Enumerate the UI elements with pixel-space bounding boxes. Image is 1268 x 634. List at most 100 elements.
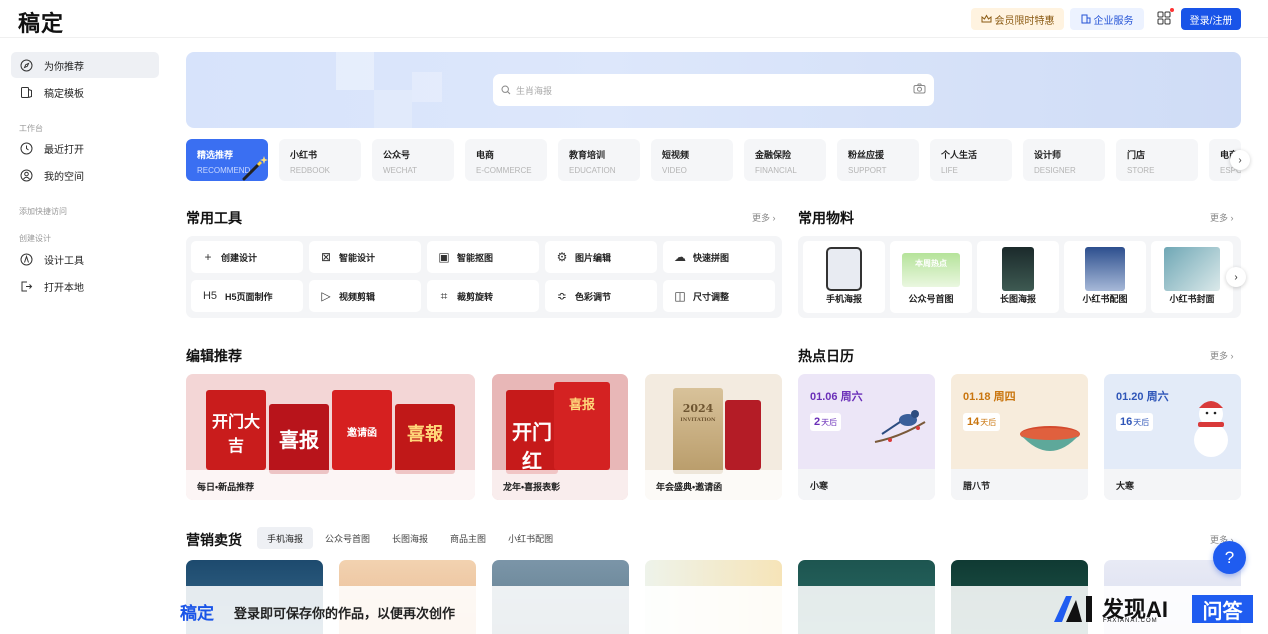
tool-h5-page[interactable]: H5 H5页面制作 bbox=[191, 280, 303, 312]
category-label: 门店 bbox=[1127, 150, 1146, 160]
editor-pick-annual-gala[interactable]: 2024 INVITATION 年会盛典•邀请函 bbox=[645, 374, 782, 500]
notification-dot bbox=[1170, 8, 1174, 12]
material-phone-poster[interactable]: 手机海报 bbox=[803, 241, 885, 313]
tool-video-edit[interactable]: ▷ 视频剪辑 bbox=[309, 280, 421, 312]
sidebar-item-design-tools[interactable]: 设计工具 bbox=[11, 246, 159, 272]
material-long-poster[interactable]: 长图海报 bbox=[977, 241, 1059, 313]
category-tab-designer[interactable]: 设计师 DESIGNER bbox=[1023, 139, 1105, 181]
category-tab-ecommerce[interactable]: 电商 E-COMMERCE bbox=[465, 139, 547, 181]
editor-pick-daily[interactable]: 开门大吉 喜报 邀请函 喜報 每日•新品推荐 bbox=[186, 374, 475, 500]
sidebar-item-label: 打开本地 bbox=[44, 282, 84, 294]
tool-cutout[interactable]: ▣ 智能抠图 bbox=[427, 241, 539, 273]
category-tab-wechat[interactable]: 公众号 WECHAT bbox=[372, 139, 454, 181]
enterprise-label: 企业服务 bbox=[1093, 15, 1134, 27]
poster-thumbnail bbox=[725, 400, 761, 470]
bottom-logo: 稿定 bbox=[180, 604, 214, 624]
search-box[interactable]: 生肖海报 bbox=[493, 74, 934, 106]
tool-smart-design[interactable]: ⊠ 智能设计 bbox=[309, 241, 421, 273]
sidebar: 为你推荐 稿定模板 工作台 最近打开 我的空间 添加快捷访问 创建设计 设计工具… bbox=[0, 38, 170, 634]
calendar-card-xiaohan[interactable]: 01.06 周六 2 天后 小寒 bbox=[798, 374, 935, 500]
tools-section-title: 常用工具 bbox=[186, 210, 242, 226]
category-tab-store[interactable]: 门店 STORE bbox=[1116, 139, 1198, 181]
material-label: 公众号首图 bbox=[908, 294, 954, 304]
video-play-icon: ▷ bbox=[321, 289, 331, 303]
category-label: 粉丝应援 bbox=[848, 150, 885, 160]
category-tab-education[interactable]: 教育培训 EDUCATION bbox=[558, 139, 640, 181]
template-icon bbox=[21, 86, 32, 98]
clock-icon bbox=[20, 142, 33, 154]
category-tab-life[interactable]: 个人生活 LIFE bbox=[930, 139, 1012, 181]
sidebar-item-recommend[interactable]: 为你推荐 bbox=[11, 52, 159, 78]
marketing-section-title: 营销卖货 bbox=[186, 532, 242, 548]
tool-image-edit[interactable]: ⚙ 图片编辑 bbox=[545, 241, 657, 273]
help-button[interactable]: ? bbox=[1213, 541, 1246, 574]
editor-section-title: 编辑推荐 bbox=[186, 348, 242, 364]
calendar-date: 01.06 周六 bbox=[810, 391, 863, 403]
tool-collage[interactable]: ☁ 快速拼图 bbox=[663, 241, 775, 273]
tools-panel: + 创建设计 ⊠ 智能设计 ▣ 智能抠图 ⚙ 图片编辑 ☁ 快速拼图 H5 H5页面制作 ▷… bbox=[186, 236, 782, 318]
category-sublabel: WECHAT bbox=[383, 166, 418, 175]
editor-pick-dragon-year[interactable]: 开门红 喜报 龙年•喜报表彰 bbox=[492, 374, 628, 500]
marketing-tab-product-image[interactable]: 商品主图 bbox=[440, 527, 496, 549]
collage-icon: ☁ bbox=[674, 250, 686, 264]
countdown-suffix: 天后 bbox=[821, 418, 838, 427]
material-label: 小红书配图 bbox=[1082, 294, 1128, 304]
calendar-card-laba[interactable]: 01.18 周四 14 天后 腊八节 bbox=[951, 374, 1088, 500]
marketing-tabs: 手机海报 公众号首图 长图海报 商品主图 小红书配图 bbox=[257, 527, 565, 549]
material-redbook-cover[interactable]: 小红书封面 bbox=[1151, 241, 1233, 313]
materials-more-link[interactable]: 更多 › bbox=[1210, 211, 1234, 224]
category-tab-support[interactable]: 粉丝应援 SUPPORT bbox=[837, 139, 919, 181]
marketing-tab-long-poster[interactable]: 长图海报 bbox=[382, 527, 438, 549]
sidebar-item-my-space[interactable]: 我的空间 bbox=[11, 162, 159, 188]
calendar-section-title: 热点日历 bbox=[798, 348, 854, 364]
marketing-tab-phone-poster[interactable]: 手机海报 bbox=[257, 527, 314, 549]
smart-design-icon: ⊠ bbox=[320, 250, 332, 264]
category-tab-video[interactable]: 短视频 VIDEO bbox=[651, 139, 733, 181]
category-tab-recommend[interactable]: 精选推荐 RECOMMEND bbox=[186, 139, 268, 181]
category-tab-financial[interactable]: 金融保险 FINANCIAL bbox=[744, 139, 826, 181]
calendar-more-link[interactable]: 更多 › bbox=[1210, 349, 1234, 362]
category-next-arrow-icon[interactable]: › bbox=[1230, 150, 1250, 170]
editor-pick-caption: 每日•新品推荐 bbox=[186, 470, 475, 500]
vip-promo-button[interactable]: 会员限时特惠 bbox=[971, 8, 1064, 30]
tools-more-link[interactable]: 更多 › bbox=[752, 211, 776, 224]
category-sublabel: DESIGNER bbox=[1034, 166, 1076, 175]
category-tab-redbook[interactable]: 小红书 REDBOOK bbox=[279, 139, 361, 181]
app-logo[interactable]: 稿定 bbox=[18, 6, 64, 38]
calendar-card-dahan[interactable]: 01.20 周六 16 天后 大寒 bbox=[1104, 374, 1241, 500]
tool-label: 视频剪辑 bbox=[339, 291, 376, 302]
materials-next-arrow-icon[interactable]: › bbox=[1226, 267, 1246, 287]
login-register-button[interactable]: 登录/注册 bbox=[1181, 8, 1241, 30]
marketing-tab-redbook-image[interactable]: 小红书配图 bbox=[498, 527, 563, 549]
sidebar-item-recent[interactable]: 最近打开 bbox=[11, 135, 159, 161]
redbook-cover-thumbnail bbox=[1164, 247, 1220, 291]
material-redbook-image[interactable]: 小红书配图 bbox=[1064, 241, 1146, 313]
h5-icon: H5 bbox=[202, 290, 218, 302]
camera-icon[interactable] bbox=[913, 83, 926, 94]
watermark-subtitle: FAXIANAI.COM bbox=[1103, 618, 1158, 624]
tool-resize[interactable]: ◫ 尺寸调整 bbox=[663, 280, 775, 312]
banner-decor bbox=[374, 90, 412, 128]
tool-crop-rotate[interactable]: ⌗ 裁剪旋转 bbox=[427, 280, 539, 312]
poster-subtitle: INVITATION bbox=[680, 417, 716, 423]
compass-icon bbox=[20, 59, 33, 71]
resize-icon: ◫ bbox=[674, 289, 686, 303]
tool-create-design[interactable]: + 创建设计 bbox=[191, 241, 303, 273]
apps-grid-icon[interactable] bbox=[1157, 11, 1171, 25]
calendar-name: 腊八节 bbox=[951, 469, 1088, 500]
sidebar-item-templates[interactable]: 稿定模板 bbox=[11, 79, 159, 105]
poster-thumbnail: 喜报 bbox=[269, 404, 329, 474]
materials-section-title: 常用物料 bbox=[798, 210, 854, 226]
sidebar-item-open-local[interactable]: 打开本地 bbox=[11, 273, 159, 299]
marketing-tab-wechat-cover[interactable]: 公众号首图 bbox=[315, 527, 380, 549]
category-label: 设计师 bbox=[1034, 150, 1062, 160]
sidebar-item-label: 我的空间 bbox=[44, 171, 84, 183]
enterprise-button[interactable]: 企业服务 bbox=[1070, 8, 1144, 30]
login-prompt-text: 登录即可保存你的作品，以便再次创作 bbox=[234, 606, 456, 621]
material-wechat-cover[interactable]: 本周热点 公众号首图 bbox=[890, 241, 972, 313]
quick-access-label[interactable]: 添加快捷访问 bbox=[19, 206, 67, 217]
editor-pick-caption: 龙年•喜报表彰 bbox=[492, 470, 628, 500]
category-sublabel: VIDEO bbox=[662, 166, 687, 175]
tool-color-adjust[interactable]: ≎ 色彩调节 bbox=[545, 280, 657, 312]
search-input[interactable]: 生肖海报 bbox=[516, 84, 552, 97]
